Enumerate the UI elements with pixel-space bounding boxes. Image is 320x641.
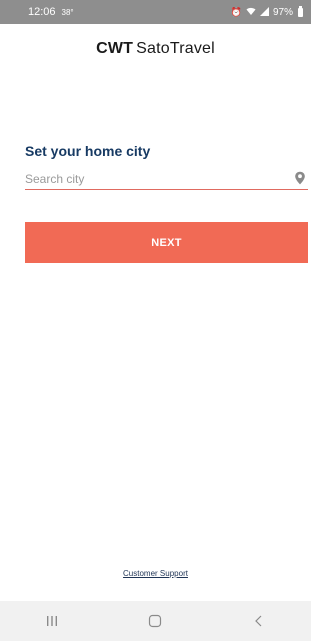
- page-title: Set your home city: [25, 143, 151, 159]
- search-field: [25, 170, 308, 190]
- alarm-icon: ⏰: [230, 6, 242, 17]
- status-bar: 12:06 38° ⏰ 97%: [0, 0, 311, 24]
- battery-icon: [298, 5, 303, 17]
- customer-support-link[interactable]: Customer Support: [0, 569, 311, 578]
- back-icon: [255, 615, 262, 627]
- wifi-icon: [246, 7, 256, 18]
- home-button[interactable]: [135, 606, 175, 636]
- location-pin-icon: [295, 171, 305, 185]
- status-left: 12:06 38°: [28, 6, 74, 18]
- status-temperature: 38°: [61, 7, 74, 17]
- brand-logo-bold: CWT: [96, 40, 134, 57]
- recent-apps-button[interactable]: [32, 606, 72, 636]
- signal-icon: [259, 6, 269, 18]
- brand-logo: CWT SatoTravel: [0, 40, 311, 58]
- next-button[interactable]: NEXT: [25, 222, 308, 263]
- search-input[interactable]: [25, 170, 275, 188]
- status-time: 12:06: [28, 6, 56, 18]
- brand-logo-light: SatoTravel: [136, 40, 215, 57]
- home-icon: [149, 614, 162, 628]
- recent-apps-icon: [46, 616, 57, 626]
- battery-percent: 97%: [272, 6, 293, 18]
- status-right: ⏰ 97%: [230, 5, 303, 18]
- back-button[interactable]: [239, 606, 279, 636]
- navigation-bar: [0, 601, 311, 641]
